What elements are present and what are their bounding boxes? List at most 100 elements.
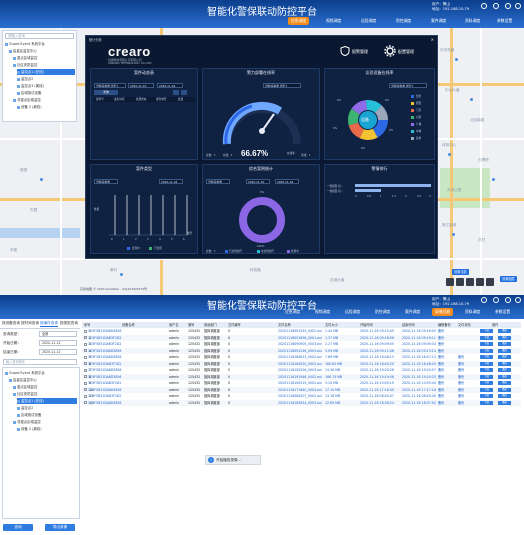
tree-node[interactable]: 监控点2 bbox=[17, 76, 33, 82]
tab-by-type[interactable]: 按类型查询 bbox=[60, 321, 78, 326]
tab-by-device[interactable]: 按设备查询 bbox=[2, 321, 20, 326]
download-button[interactable]: 下载 bbox=[480, 342, 493, 346]
summary-date-from[interactable]: 2020-11-10 bbox=[246, 179, 270, 184]
row-checkbox[interactable] bbox=[84, 394, 87, 398]
row-checkbox[interactable] bbox=[84, 362, 87, 365]
query-type-select[interactable]: 全部 bbox=[39, 331, 77, 337]
download-button[interactable]: 下载 bbox=[480, 387, 493, 392]
download-button[interactable]: 下载 bbox=[480, 329, 493, 333]
date-to-input[interactable]: 2020-11-16 bbox=[157, 83, 183, 88]
tree-node[interactable]: 设备 2 (离线) bbox=[17, 426, 42, 432]
row-checkbox[interactable] bbox=[84, 375, 87, 378]
table-row[interactable]: 9 1C9F5831DAB3F2D2 admin 125432 指挥调度部 0 202011… bbox=[82, 380, 521, 386]
map-pin-icon[interactable] bbox=[492, 178, 495, 181]
tree-node[interactable]: 非重点区域监控 bbox=[13, 419, 41, 425]
page-next-button[interactable] bbox=[181, 90, 187, 95]
tree-node[interactable]: 非重点区域监控 bbox=[13, 97, 41, 103]
nav-data[interactable]: 资料调度 bbox=[462, 308, 483, 316]
play-button[interactable]: 播放 bbox=[498, 374, 511, 379]
close-icon[interactable] bbox=[515, 297, 521, 303]
nav-prevention[interactable]: 防控调度 bbox=[372, 308, 393, 316]
config-manage-button[interactable]: 配置管理 bbox=[398, 49, 414, 55]
play-button[interactable]: 播放 bbox=[498, 355, 511, 359]
nav-playback[interactable]: 录像回放 bbox=[432, 308, 454, 316]
map-pin-icon[interactable] bbox=[455, 58, 458, 61]
play-button[interactable]: 播放 bbox=[498, 381, 511, 385]
map-tool-icon[interactable] bbox=[446, 278, 454, 286]
row-checkbox[interactable] bbox=[84, 336, 87, 339]
map-pin-icon[interactable] bbox=[40, 178, 43, 181]
play-button[interactable]: 播放 bbox=[498, 361, 511, 366]
play-button[interactable]: 播放 bbox=[498, 387, 511, 392]
row-checkbox[interactable] bbox=[84, 401, 87, 404]
download-button[interactable]: 下载 bbox=[480, 374, 493, 379]
download-button[interactable]: 下载 bbox=[480, 355, 493, 359]
tab-by-time[interactable]: 按时间查询 bbox=[21, 321, 39, 326]
layer-set-badge[interactable]: 设置图层 bbox=[500, 276, 517, 282]
table-row[interactable]: 3 1C9F5831DAB3F2D2 admin 125432 指挥调度部 0 202011… bbox=[82, 341, 521, 347]
minimize-icon[interactable] bbox=[493, 297, 499, 303]
tree-node[interactable]: Guard Event 系统平台 bbox=[5, 41, 45, 47]
tree-node[interactable]: Guard Event 系统平台 bbox=[5, 370, 45, 376]
map-pin-icon[interactable] bbox=[120, 273, 123, 276]
close-icon[interactable] bbox=[515, 3, 521, 9]
case-query-button[interactable]: 查询 bbox=[94, 90, 118, 95]
map-tool-icon[interactable] bbox=[456, 278, 464, 286]
summary-select[interactable]: 当前设备类 bbox=[206, 179, 230, 184]
table-row[interactable]: 5 1C9F5831DA8D3856 admin 125432 指挥调度部 0 202011… bbox=[82, 354, 521, 360]
summary-date-to[interactable]: 2020-11-16 bbox=[275, 179, 299, 184]
table-row[interactable]: 6 1C9F5831DAB3F2D2 admin 125432 指挥调度部 0 202011… bbox=[82, 360, 521, 367]
download-button[interactable]: 下载 bbox=[480, 400, 493, 405]
page-prev-button[interactable] bbox=[173, 90, 179, 95]
row-checkbox[interactable] bbox=[84, 342, 87, 346]
device-type-select[interactable]: 当前设备类 最近7 bbox=[94, 83, 126, 88]
download-button[interactable]: 下载 bbox=[480, 335, 493, 340]
zoom-set-badge[interactable]: 设置当前 bbox=[452, 269, 469, 275]
fullscreen-icon[interactable] bbox=[505, 297, 511, 303]
alarm-manage-button[interactable]: 报警管理 bbox=[352, 49, 368, 55]
query-button[interactable]: 查询 bbox=[3, 524, 33, 531]
device-online-select[interactable]: 当前设备类 最近7 bbox=[389, 83, 427, 88]
tree-node[interactable]: 启星区监控中心 bbox=[9, 48, 37, 54]
nav-video[interactable]: 视频调度 bbox=[323, 17, 344, 25]
nav-data[interactable]: 资料调度 bbox=[462, 17, 483, 25]
tree-node[interactable]: 设备 2 (离线) bbox=[17, 104, 42, 110]
download-button[interactable]: 下载 bbox=[480, 361, 493, 366]
table-row[interactable]: 11 1C9F5831DAB3F2D2 admin 125432 指挥调度部 0 20201… bbox=[82, 393, 521, 399]
map-tool-icon[interactable] bbox=[466, 278, 474, 286]
table-row[interactable]: 10 1C9F5831DA8D3856 admin 125432 指挥调度部 0 20201… bbox=[82, 386, 521, 393]
export-video-button[interactable]: 导出录像 bbox=[45, 524, 75, 531]
tree-node[interactable]: 启星区监控中心 bbox=[9, 377, 37, 383]
help-icon[interactable] bbox=[481, 297, 487, 303]
map-tool-icon[interactable] bbox=[486, 278, 494, 286]
nav-emergency[interactable]: 应急调度 bbox=[282, 308, 303, 316]
map-pin-icon[interactable] bbox=[470, 98, 473, 101]
gauge-select[interactable]: 当前设备类 最近7 bbox=[263, 83, 301, 88]
tree-node[interactable]: 重点区域监控 bbox=[13, 55, 37, 61]
row-checkbox[interactable] bbox=[84, 355, 87, 359]
play-button[interactable]: 播放 bbox=[498, 368, 511, 372]
help-icon[interactable] bbox=[481, 3, 487, 9]
nav-remote[interactable]: 远程调度 bbox=[358, 17, 379, 25]
download-button[interactable]: 下载 bbox=[480, 394, 493, 398]
date-from-input[interactable]: 2020-11-10 bbox=[128, 83, 154, 88]
table-row[interactable]: 4 1C9F5831DA8D3856 admin 125432 指挥调度部 0 202011… bbox=[82, 347, 521, 354]
play-button[interactable]: 播放 bbox=[498, 348, 511, 353]
trend-date-input[interactable]: 2020-11-16 bbox=[159, 179, 183, 184]
download-button[interactable]: 下载 bbox=[480, 381, 493, 385]
tree-search-input-2[interactable]: 输入查询条件 bbox=[3, 359, 77, 365]
download-button[interactable]: 下载 bbox=[480, 348, 493, 353]
minimize-icon[interactable] bbox=[493, 3, 499, 9]
table-row[interactable]: 7 1C9F5831DA8D3856 admin 125432 指挥调度部 0 202011… bbox=[82, 367, 521, 373]
tree-node[interactable]: 区域测试设备 bbox=[17, 90, 41, 96]
tree-node[interactable]: 社区安防监控 bbox=[13, 62, 37, 68]
tree-node[interactable]: 区域测试设备 bbox=[17, 412, 41, 418]
nav-remote[interactable]: 远程调度 bbox=[342, 308, 363, 316]
fullscreen-icon[interactable] bbox=[505, 3, 511, 9]
start-date-input[interactable]: 2020-11-12 bbox=[39, 340, 77, 346]
nav-case[interactable]: 案件调度 bbox=[428, 17, 449, 25]
table-row[interactable]: 12 1C9F5831DA8D3856 admin 125432 指挥调度部 0 20201… bbox=[82, 399, 521, 406]
tab-by-event[interactable]: 按事件查询 bbox=[40, 321, 58, 327]
tree-node[interactable]: 监控点3 (离线) bbox=[17, 83, 44, 89]
dashboard-close-icon[interactable]: × bbox=[431, 37, 434, 42]
